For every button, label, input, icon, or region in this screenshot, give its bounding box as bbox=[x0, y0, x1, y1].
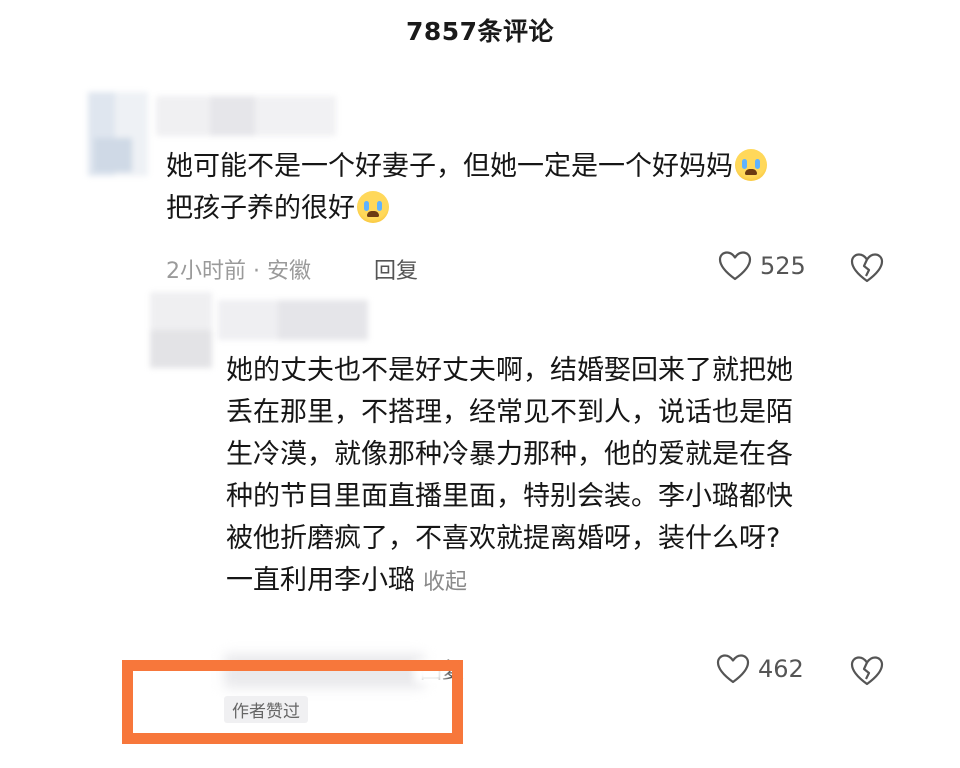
dislike-button[interactable] bbox=[850, 655, 884, 691]
heart-icon bbox=[718, 251, 752, 281]
reply-comment-text: 她的丈夫也不是好丈夫啊，结婚娶回来了就把她 丢在那里，不搭理，经常见不到人，说话… bbox=[226, 350, 886, 604]
comment-meta: 2小时前 · 安徽 bbox=[166, 259, 311, 284]
comment-line: 一直利用李小璐 bbox=[226, 565, 415, 596]
avatar[interactable] bbox=[150, 292, 212, 368]
comment-line: 生冷漠，就像那种冷暴力那种，他的爱就是在各 bbox=[226, 439, 793, 470]
like-count: 462 bbox=[758, 655, 804, 683]
comment-line: 种的节目里面直播里面，特别会装。李小璐都快 bbox=[226, 481, 793, 512]
like-button[interactable]: 525 bbox=[718, 250, 806, 282]
comment-text: 她可能不是一个好妻子，但她一定是一个好妈妈 把孩子养的很好 bbox=[166, 146, 856, 230]
comment-line: 把孩子养的很好 bbox=[166, 193, 355, 224]
like-button[interactable]: 462 bbox=[716, 653, 804, 685]
comment-line: 丢在那里，不搭理，经常见不到人，说话也是陌 bbox=[226, 397, 793, 428]
avatar[interactable] bbox=[88, 92, 148, 176]
comment-count-title: 7857条评论 bbox=[405, 17, 555, 46]
collapse-link[interactable]: 收起 bbox=[423, 570, 467, 595]
comment-line: 被他折磨疯了，不喜欢就提离婚呀，装什么呀? bbox=[226, 523, 781, 554]
highlight-annotation-box bbox=[122, 660, 463, 744]
comment-line: 她可能不是一个好妻子，但她一定是一个好妈妈 bbox=[166, 151, 733, 182]
like-count: 525 bbox=[760, 252, 806, 280]
broken-heart-icon bbox=[850, 253, 884, 283]
reply-button[interactable]: 回复 bbox=[374, 253, 418, 285]
username-blurred bbox=[218, 300, 368, 340]
username-blurred bbox=[156, 96, 336, 136]
heart-icon bbox=[716, 654, 750, 684]
crying-face-icon bbox=[357, 191, 389, 223]
broken-heart-icon bbox=[850, 656, 884, 686]
crying-face-icon bbox=[735, 149, 767, 181]
comment-line: 她的丈夫也不是好丈夫啊，结婚娶回来了就把她 bbox=[226, 355, 793, 386]
dislike-button[interactable] bbox=[850, 252, 884, 288]
